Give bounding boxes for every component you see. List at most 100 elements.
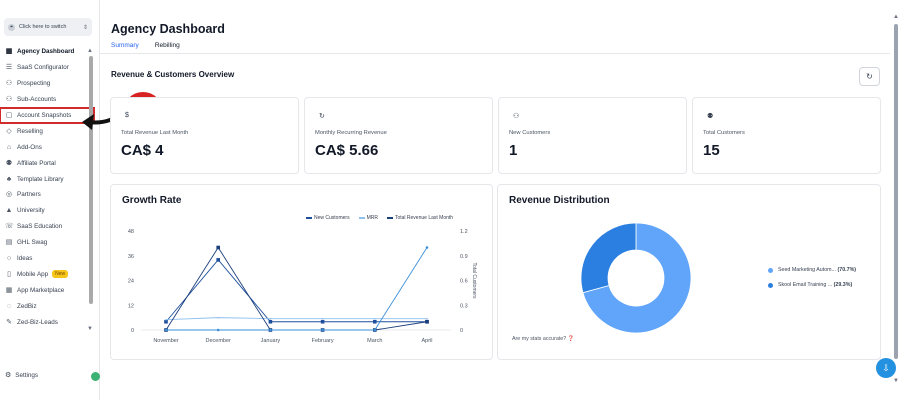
stats-accurate-link[interactable]: Are my stats accurate? ❓	[512, 336, 574, 342]
settings-label: Settings	[15, 371, 39, 379]
data-point[interactable]	[373, 328, 377, 332]
y2-tick-label: 0.3	[460, 303, 468, 309]
data-point[interactable]	[269, 328, 272, 332]
sidebar-item-label: Agency Dashboard	[17, 48, 75, 56]
sidebar-item-ghl-swag[interactable]: ▤ GHL Swag	[0, 235, 94, 251]
sidebar-item-label: University	[17, 207, 45, 215]
main-content: Agency Dashboard Summary Rebilling Reven…	[100, 0, 900, 400]
data-point[interactable]	[269, 317, 272, 320]
help-chat-button[interactable]: ⇩	[876, 358, 896, 378]
x-tick-label: March	[367, 338, 382, 344]
users-icon: ⚇	[5, 96, 13, 104]
data-point[interactable]	[164, 328, 168, 332]
book-icon: ☏	[5, 223, 14, 231]
sidebar-item-mobile-app[interactable]: ▯ Mobile App New	[0, 266, 94, 282]
users-icon: ⚉	[707, 113, 714, 120]
sidebar-scrollbar[interactable]	[89, 56, 93, 304]
sidebar-item-label: GHL Swag	[17, 239, 48, 247]
main-scrollbar[interactable]	[894, 24, 898, 359]
data-point[interactable]	[373, 319, 377, 324]
sidebar-item-label: Reselling	[17, 127, 43, 135]
sidebar: ⌖ Click here to switch ⇕ ▲ ▦ Agency Dashb…	[0, 0, 100, 400]
data-point[interactable]	[216, 328, 220, 332]
data-point[interactable]	[426, 317, 428, 320]
growth-chart: 0 12 24 36 48 0 0.3 0.6 0.9 1.2 Total Customers Nov…	[128, 229, 477, 344]
sidebar-item-label: Account Snapshots	[17, 112, 72, 119]
overview-title: Revenue & Customers Overview	[111, 70, 235, 79]
sidebar-item-label: SaaS Configurator	[17, 64, 69, 72]
refresh-button[interactable]: ↻	[859, 67, 880, 86]
donut-slice-1[interactable]	[580, 222, 637, 294]
data-point[interactable]	[216, 245, 220, 250]
main-scroll-down-icon[interactable]: ▼	[893, 378, 899, 384]
chevron-updown-icon: ⇕	[82, 24, 88, 31]
data-point[interactable]	[425, 246, 429, 249]
stat-card-mrr: ↻ Monthly Recurring Revenue CA$ 5.66	[304, 97, 493, 174]
sidebar-item-template-library[interactable]: ♣ Template Library	[0, 171, 94, 187]
new-badge: New	[52, 270, 69, 279]
x-tick-label: December	[206, 338, 232, 344]
series-line-0	[165, 259, 427, 323]
data-point[interactable]	[216, 258, 220, 262]
legend-item[interactable]: Seed Marketing Autom... (70.7%)	[768, 267, 856, 273]
data-point[interactable]	[321, 317, 324, 320]
wrench-icon: ✎	[6, 318, 12, 326]
series-line-3	[166, 247, 428, 331]
graduation-cap-icon: ▲	[5, 207, 13, 215]
chat-icon: ⇩	[882, 362, 890, 373]
user-plus-icon: ⚇	[513, 113, 520, 120]
stat-card-total-customers: ⚉ Total Customers 15	[692, 97, 881, 174]
sidebar-item-label: Zed-Biz-Leads	[17, 318, 58, 326]
y-tick-label: 48	[128, 229, 134, 235]
data-point[interactable]	[320, 319, 325, 324]
sidebar-nav: ▦ Agency Dashboard ☰ SaaS Configurator ⚇ Pros…	[0, 44, 95, 330]
sidebar-item-label: Add-Ons	[17, 143, 42, 151]
grid-icon: ▦	[5, 48, 13, 56]
refresh-icon: ↻	[866, 72, 873, 81]
sidebar-item-settings[interactable]: ⚙ Settings	[5, 371, 39, 380]
y-tick-label: 0	[131, 328, 134, 334]
page-title: Agency Dashboard	[111, 22, 225, 36]
y2-tick-label: 0	[460, 328, 463, 334]
data-point[interactable]	[425, 319, 429, 324]
legend-swatch	[768, 267, 773, 273]
y-tick-label: 24	[128, 279, 134, 285]
sidebar-item-zed-biz-leads[interactable]: ✎ Zed-Biz-Leads	[0, 314, 94, 330]
sidebar-item-affiliate-portal[interactable]: ⚉ Affiliate Portal	[0, 155, 94, 171]
revenue-legend: Seed Marketing Autom... (70.7%) Skool Em…	[768, 267, 856, 297]
data-point[interactable]	[165, 318, 167, 321]
sidebar-item-label: Ideas	[17, 255, 33, 263]
legend-label: Skool Email Training ...	[778, 282, 833, 288]
account-switcher[interactable]: ⌖ Click here to switch ⇕	[4, 18, 92, 36]
data-point[interactable]	[374, 317, 376, 320]
sidebar-item-partners[interactable]: ◎ Partners	[0, 187, 94, 203]
tag-icon: ◇	[6, 127, 12, 135]
sidebar-item-ideas[interactable]: ○ Ideas	[0, 251, 94, 267]
sidebar-item-zedbiz[interactable]: ◌ ZedBiz	[0, 298, 94, 314]
data-point[interactable]	[268, 319, 273, 324]
data-point[interactable]	[217, 316, 219, 319]
x-tick-label: February	[312, 338, 334, 344]
refresh-dollar-icon: ↻	[319, 113, 325, 120]
x-tick-label: January	[261, 338, 281, 344]
ring-icon: ◌	[6, 302, 12, 310]
location-icon: ⌖	[8, 23, 15, 31]
data-point[interactable]	[164, 319, 168, 324]
sidebar-item-saas-configurator[interactable]: ☰ SaaS Configurator	[0, 60, 94, 76]
sidebar-item-saas-education[interactable]: ☏ SaaS Education	[0, 219, 94, 235]
stat-label: Total Revenue Last Month	[121, 130, 189, 136]
main-scroll-up-icon[interactable]: ▲	[893, 14, 899, 20]
series-line-2	[165, 246, 428, 331]
gear-icon: ⚙	[5, 372, 12, 379]
legend-item[interactable]: Skool Email Training ... (29.3%)	[768, 282, 856, 288]
data-point[interactable]	[321, 328, 324, 332]
sidebar-item-university[interactable]: ▲ University	[0, 203, 94, 219]
sidebar-item-agency-dashboard[interactable]: ▦ Agency Dashboard	[0, 44, 94, 60]
y2-tick-label: 1.2	[460, 229, 468, 235]
sidebar-item-prospecting[interactable]: ⚇ Prospecting	[0, 76, 94, 92]
sidebar-item-label: App Marketplace	[17, 286, 65, 294]
sidebar-item-add-ons[interactable]: ⌂ Add-Ons	[0, 139, 94, 155]
revenue-distribution-panel: Revenue Distribution Seed Marketing Auto…	[497, 184, 881, 360]
sidebar-scroll-down-icon[interactable]: ▼	[87, 326, 93, 332]
sidebar-item-app-marketplace[interactable]: ▦ App Marketplace	[0, 282, 94, 298]
